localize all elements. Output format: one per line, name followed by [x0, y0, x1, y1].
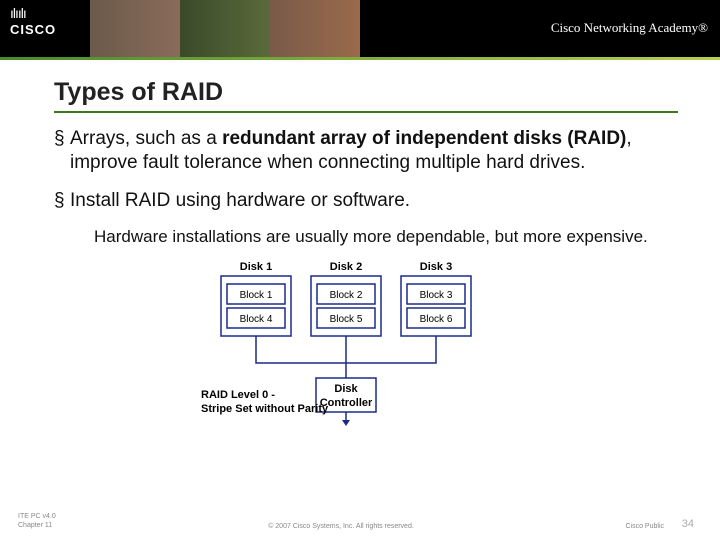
bullet-1-pre: Arrays, such as a	[70, 128, 222, 149]
raid-diagram: Disk 1 Disk 2 Disk 3 Block 1 Block 2 Blo…	[201, 258, 531, 428]
page-number: 34	[664, 518, 694, 530]
sub-bullet: Hardware installations are usually more …	[94, 226, 668, 247]
disk-2-label: Disk 2	[330, 261, 362, 273]
bullet-2-pre: Install RAID using hardware or software.	[70, 190, 410, 211]
footer: ITE PC v4.0 Chapter 11 © 2007 Cisco Syst…	[0, 513, 720, 530]
footer-line-2: Chapter 11	[18, 522, 108, 530]
block-2: Block 2	[330, 290, 363, 301]
bullet-1: § Arrays, such as a redundant array of i…	[54, 127, 678, 175]
footer-line-1: ITE PC v4.0	[18, 513, 108, 521]
block-5: Block 5	[330, 314, 363, 325]
diagram-caption-2: Stripe Set without Parity	[201, 403, 329, 415]
bullet-1-bold: redundant array of independent disks (RA…	[222, 128, 626, 149]
title-rule	[54, 111, 678, 113]
bullet-marker-icon: §	[54, 189, 70, 213]
diagram-caption-1: RAID Level 0 -	[201, 389, 275, 401]
banner: ılıılı CISCO Cisco Networking Academy®	[0, 0, 720, 60]
academy-label: Cisco Networking Academy®	[551, 20, 708, 36]
footer-scope: Cisco Public	[574, 523, 664, 530]
logo-bars-icon: ılıılı	[10, 8, 26, 18]
disk-1-label: Disk 1	[240, 261, 272, 273]
block-4: Block 4	[240, 314, 273, 325]
logo-text: CISCO	[10, 22, 56, 37]
block-1: Block 1	[240, 290, 273, 301]
disk-3-label: Disk 3	[420, 261, 452, 273]
cisco-logo: ılıılı CISCO	[10, 8, 56, 37]
bullet-2: § Install RAID using hardware or softwar…	[54, 189, 678, 213]
slide-content: Types of RAID § Arrays, such as a redund…	[0, 60, 720, 428]
controller-l1: Disk	[334, 383, 358, 395]
bullet-marker-icon: §	[54, 127, 70, 175]
block-3: Block 3	[420, 290, 453, 301]
block-6: Block 6	[420, 314, 453, 325]
slide-title: Types of RAID	[54, 78, 678, 107]
footer-copyright: © 2007 Cisco Systems, Inc. All rights re…	[108, 523, 574, 530]
